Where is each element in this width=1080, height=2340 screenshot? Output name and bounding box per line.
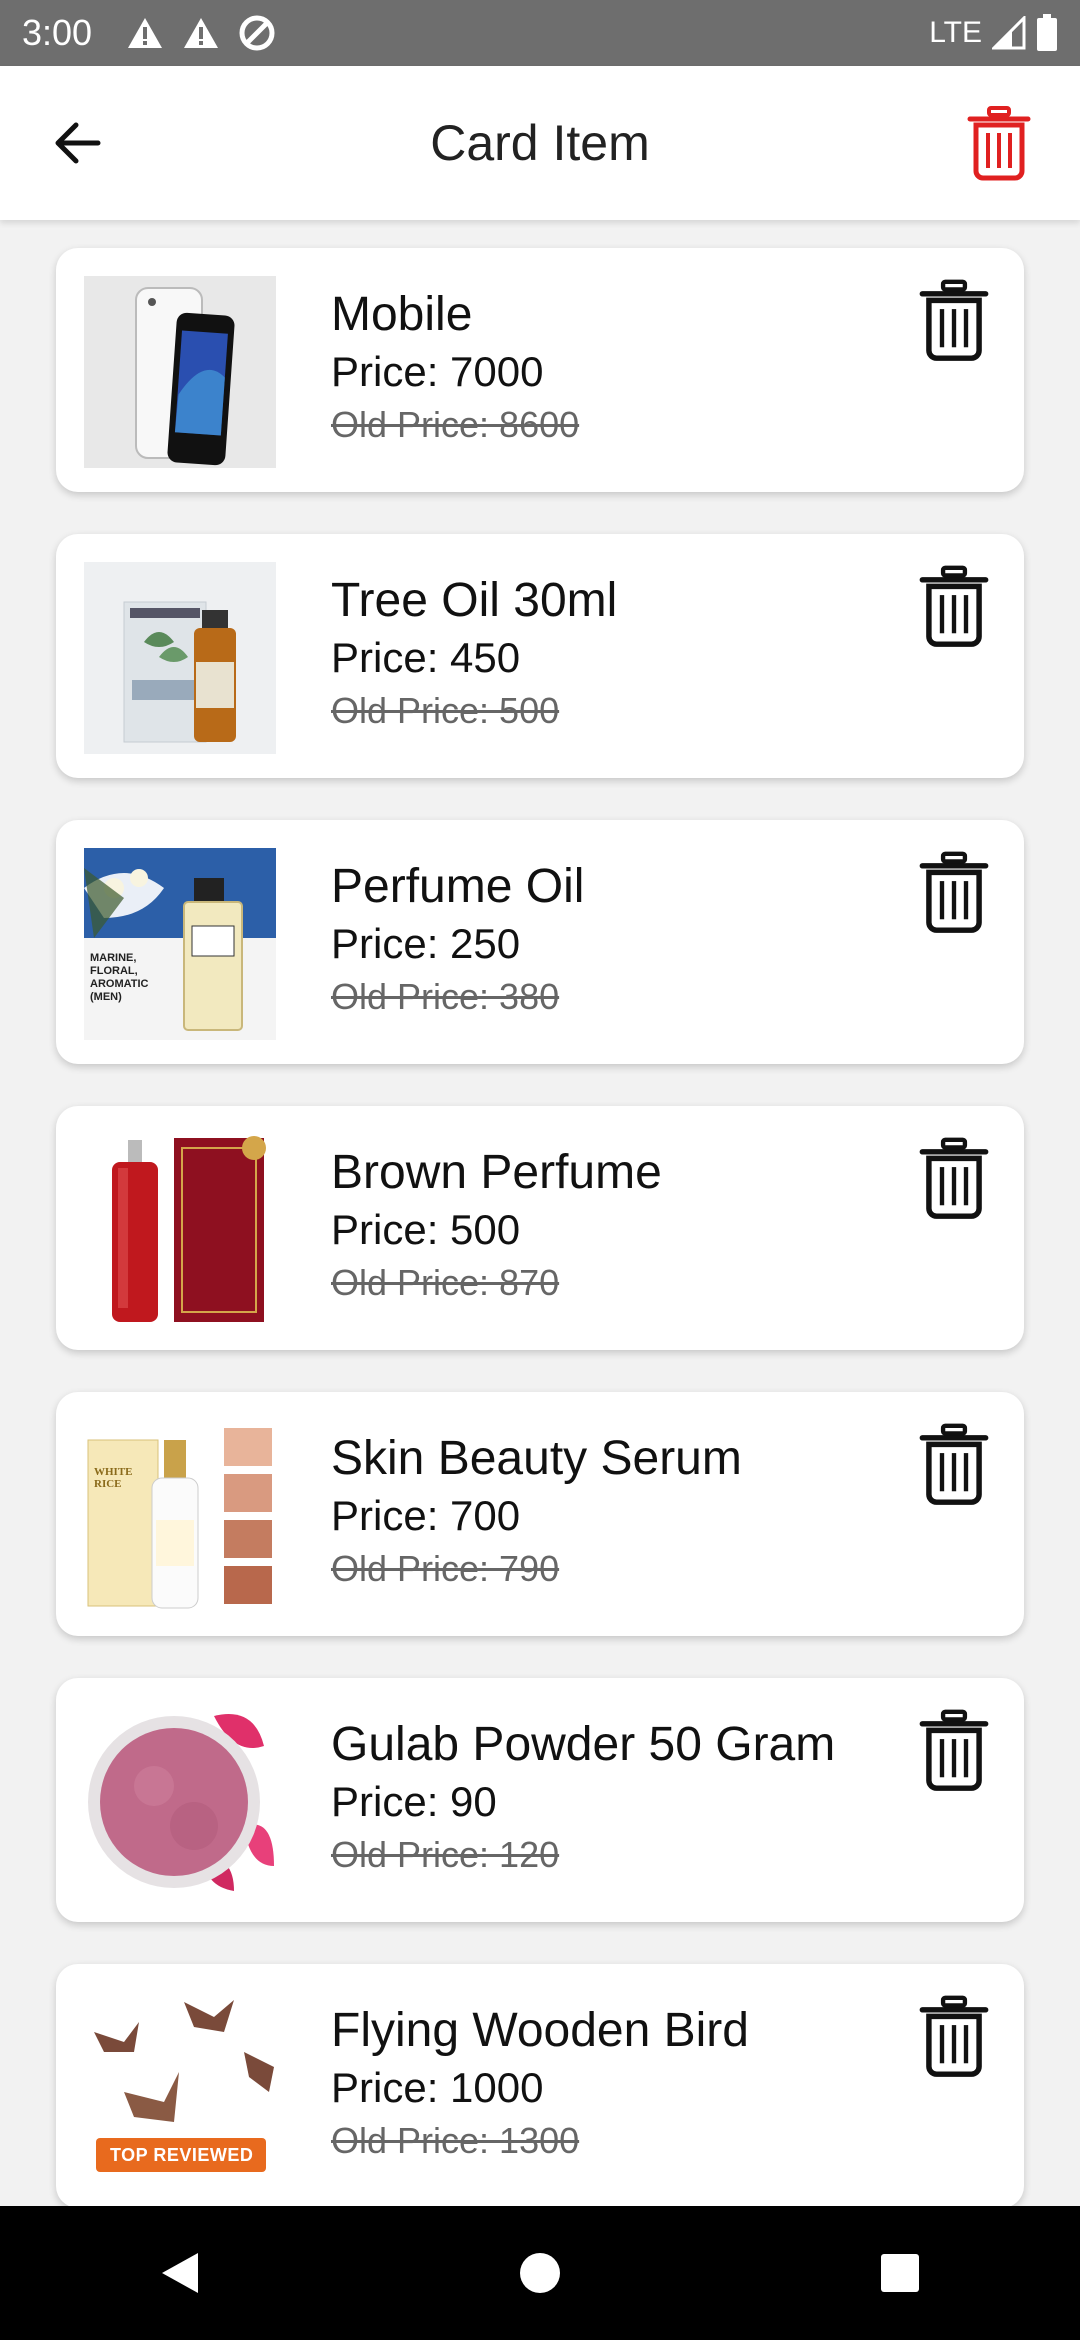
- item-old-price: Old Price: 1300: [331, 2120, 580, 2161]
- product-image: [84, 562, 276, 754]
- clear-cart-button[interactable]: [966, 105, 1032, 181]
- item-info: Gulab Powder 50 Gram Price: 90 Old Price…: [331, 1716, 835, 1880]
- network-type: LTE: [929, 16, 982, 49]
- cart-list[interactable]: Mobile Price: 7000 Old Price: 8600 Tree …: [0, 220, 1080, 2206]
- signal-icon: [992, 16, 1026, 50]
- product-image: WHITE RICE: [84, 1420, 276, 1612]
- cart-item-card[interactable]: Mobile Price: 7000 Old Price: 8600: [56, 248, 1024, 492]
- back-button[interactable]: [48, 113, 108, 173]
- trash-icon: [919, 1995, 989, 2077]
- back-triangle-icon: [162, 2253, 198, 2293]
- status-bar: 3:00 LTE: [0, 0, 1080, 66]
- product-image: [84, 276, 276, 468]
- delete-item-button[interactable]: [918, 848, 990, 936]
- item-name: Perfume Oil: [331, 860, 585, 913]
- cart-item-card[interactable]: WHITE RICE Skin Beauty Serum Price: 700 …: [56, 1392, 1024, 1636]
- item-name: Tree Oil 30ml: [331, 574, 618, 627]
- item-old-price: Old Price: 120: [331, 1834, 560, 1875]
- item-price: Price: 90: [331, 1778, 497, 1825]
- nav-home-button[interactable]: [510, 2243, 570, 2303]
- item-old-price: Old Price: 500: [331, 690, 560, 731]
- warning-icon: [128, 18, 163, 48]
- nav-recents-button[interactable]: [870, 2243, 930, 2303]
- item-name: Mobile: [331, 288, 473, 341]
- item-old-price: Old Price: 8600: [331, 404, 580, 445]
- item-old-price: Old Price: 380: [331, 976, 560, 1017]
- item-old-price: Old Price: 790: [331, 1548, 560, 1589]
- status-right: LTE: [929, 14, 1058, 52]
- delete-item-button[interactable]: [918, 1706, 990, 1794]
- product-image: MARINE, FLORAL, AROMATIC (MEN): [84, 848, 276, 1040]
- trash-icon: [919, 1137, 989, 1219]
- recents-square-icon: [881, 2254, 919, 2292]
- cart-item-card[interactable]: TOP REVIEWED Flying Wooden Bird Price: 1…: [56, 1964, 1024, 2206]
- item-price: Price: 450: [331, 634, 521, 681]
- item-old-price: Old Price: 870: [331, 1262, 560, 1303]
- trash-icon: [919, 1709, 989, 1791]
- trash-icon: [967, 106, 1031, 181]
- delete-item-button[interactable]: [918, 562, 990, 650]
- notification-icons: [126, 14, 276, 52]
- trash-icon: [919, 279, 989, 361]
- system-nav-bar: [0, 2206, 1080, 2340]
- item-price: Price: 700: [331, 1492, 521, 1539]
- item-info: Tree Oil 30ml Price: 450 Old Price: 500: [331, 572, 617, 736]
- product-image: [84, 1706, 276, 1898]
- trash-icon: [919, 851, 989, 933]
- item-price: Price: 7000: [331, 348, 544, 395]
- cart-item-card[interactable]: Tree Oil 30ml Price: 450 Old Price: 500: [56, 534, 1024, 778]
- warning-icon: [184, 18, 219, 48]
- item-price: Price: 250: [331, 920, 521, 967]
- item-info: Brown Perfume Price: 500 Old Price: 870: [331, 1144, 662, 1308]
- item-name: Skin Beauty Serum: [331, 1432, 742, 1485]
- home-circle-icon: [520, 2253, 560, 2293]
- delete-item-button[interactable]: [918, 276, 990, 364]
- trash-icon: [919, 565, 989, 647]
- product-image: [84, 1134, 276, 1326]
- page-title: Card Item: [430, 115, 650, 171]
- nav-back-button[interactable]: [150, 2243, 210, 2303]
- cart-item-card[interactable]: Gulab Powder 50 Gram Price: 90 Old Price…: [56, 1678, 1024, 1922]
- item-price: Price: 500: [331, 1206, 521, 1253]
- item-info: Mobile Price: 7000 Old Price: 8600: [331, 286, 579, 450]
- product-image: TOP REVIEWED: [84, 1992, 276, 2184]
- item-info: Skin Beauty Serum Price: 700 Old Price: …: [331, 1430, 742, 1594]
- item-info: Perfume Oil Price: 250 Old Price: 380: [331, 858, 584, 1022]
- battery-icon: [1037, 14, 1057, 51]
- data-saver-icon: [239, 15, 275, 51]
- item-info: Flying Wooden Bird Price: 1000 Old Price…: [331, 2002, 749, 2166]
- cart-item-card[interactable]: Brown Perfume Price: 500 Old Price: 870: [56, 1106, 1024, 1350]
- item-name: Brown Perfume: [331, 1146, 662, 1199]
- trash-icon: [919, 1423, 989, 1505]
- arrow-left-icon: [55, 122, 101, 164]
- delete-item-button[interactable]: [918, 1992, 990, 2080]
- top-reviewed-badge: TOP REVIEWED: [110, 2145, 254, 2165]
- item-name: Gulab Powder 50 Gram: [331, 1718, 836, 1771]
- delete-item-button[interactable]: [918, 1134, 990, 1222]
- status-time: 3:00: [22, 12, 93, 53]
- item-name: Flying Wooden Bird: [331, 2004, 749, 2057]
- image-caption: WHITE RICE: [94, 1466, 133, 1490]
- delete-item-button[interactable]: [918, 1420, 990, 1508]
- app-bar: Card Item: [0, 66, 1080, 220]
- cart-item-card[interactable]: MARINE, FLORAL, AROMATIC (MEN) Perfume O…: [56, 820, 1024, 1064]
- image-caption: MARINE, FLORAL, AROMATIC (MEN): [90, 952, 149, 1003]
- item-price: Price: 1000: [331, 2064, 544, 2111]
